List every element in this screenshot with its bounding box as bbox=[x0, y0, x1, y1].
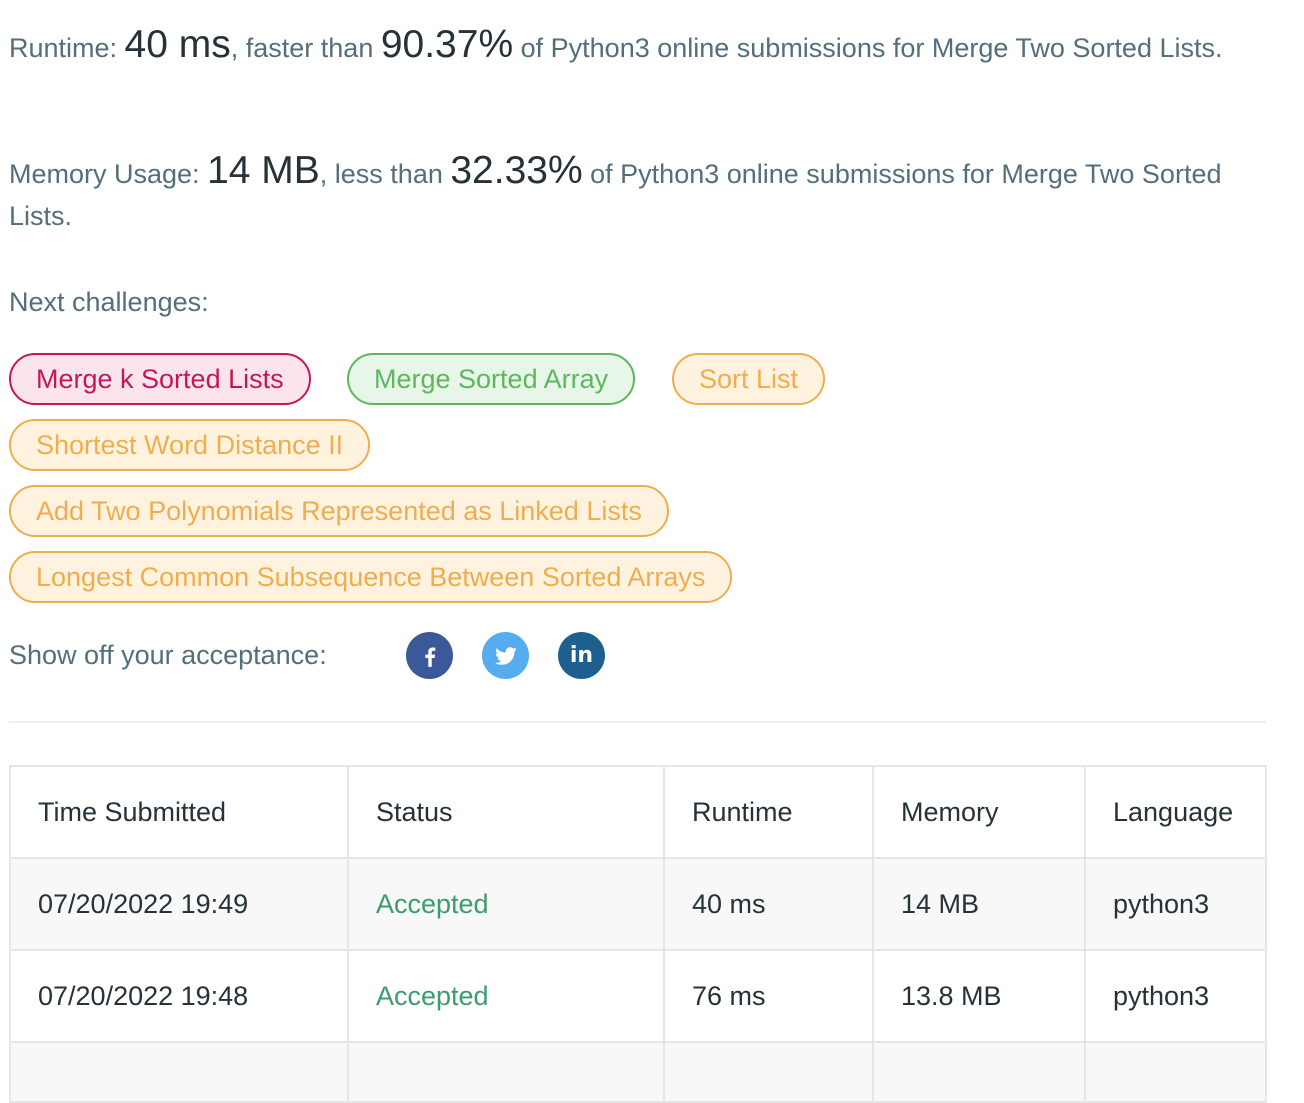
facebook-glyph bbox=[424, 647, 435, 667]
memory-percentile: 32.33% bbox=[450, 149, 583, 192]
memory-label: Memory Usage: bbox=[9, 159, 208, 189]
challenge-tag-longest-common-subsequence[interactable]: Longest Common Subsequence Between Sorte… bbox=[9, 551, 733, 603]
runtime-label: Runtime: bbox=[9, 33, 125, 63]
cell-time-submitted: 07/20/2022 19:48 bbox=[9, 949, 349, 1043]
share-label: Show off your acceptance: bbox=[9, 640, 327, 670]
cell-language: python3 bbox=[1084, 857, 1267, 951]
cell-runtime: 76 ms bbox=[663, 949, 874, 1043]
column-header-runtime[interactable]: Runtime bbox=[663, 765, 874, 859]
column-header-memory[interactable]: Memory bbox=[872, 765, 1086, 859]
table-row: 07/20/2022 19:48 Accepted 76 ms 13.8 MB … bbox=[9, 949, 1267, 1043]
next-challenges-label: Next challenges: bbox=[9, 287, 209, 317]
facebook-icon[interactable] bbox=[406, 632, 453, 679]
submissions-table: Time Submitted Status Runtime Memory Lan… bbox=[9, 765, 1267, 1103]
column-header-status[interactable]: Status bbox=[347, 765, 665, 859]
twitter-icon[interactable] bbox=[482, 632, 529, 679]
table-header-row: Time Submitted Status Runtime Memory Lan… bbox=[9, 765, 1267, 859]
twitter-glyph bbox=[494, 646, 517, 665]
table-row-partial bbox=[9, 1041, 1267, 1103]
section-divider bbox=[9, 721, 1266, 723]
status-link[interactable]: Accepted bbox=[347, 857, 665, 951]
memory-stat: Memory Usage: 14 MB, less than 32.33% of… bbox=[9, 150, 1259, 237]
status-link[interactable]: Accepted bbox=[347, 949, 665, 1043]
column-header-time-submitted[interactable]: Time Submitted bbox=[9, 765, 349, 859]
linkedin-glyph: in bbox=[569, 642, 594, 668]
challenge-tag-merge-sorted-array[interactable]: Merge Sorted Array bbox=[347, 353, 636, 405]
linkedin-icon[interactable]: in bbox=[558, 632, 605, 679]
cell-language: python3 bbox=[1084, 949, 1267, 1043]
challenge-tag-merge-k-sorted-lists[interactable]: Merge k Sorted Lists bbox=[9, 353, 311, 405]
cell-memory: 14 MB bbox=[872, 857, 1086, 951]
column-header-language[interactable]: Language bbox=[1084, 765, 1267, 859]
memory-value: 14 MB bbox=[207, 149, 320, 192]
runtime-faster-text: , faster than bbox=[230, 33, 381, 63]
runtime-stat: Runtime: 40 ms, faster than 90.37% of Py… bbox=[9, 24, 1259, 69]
cell-memory: 13.8 MB bbox=[872, 949, 1086, 1043]
table-row: 07/20/2022 19:49 Accepted 40 ms 14 MB py… bbox=[9, 857, 1267, 951]
challenge-tag-sort-list[interactable]: Sort List bbox=[672, 353, 826, 405]
runtime-value: 40 ms bbox=[124, 23, 231, 66]
challenge-tag-add-two-polynomials[interactable]: Add Two Polynomials Represented as Linke… bbox=[9, 485, 669, 537]
runtime-suffix: of Python3 online submissions for Merge … bbox=[513, 33, 1223, 63]
memory-less-text: , less than bbox=[319, 159, 451, 189]
cell-runtime: 40 ms bbox=[663, 857, 874, 951]
cell-time-submitted: 07/20/2022 19:49 bbox=[9, 857, 349, 951]
runtime-percentile: 90.37% bbox=[380, 23, 514, 66]
challenge-tag-shortest-word-distance-ii[interactable]: Shortest Word Distance II bbox=[9, 419, 371, 471]
